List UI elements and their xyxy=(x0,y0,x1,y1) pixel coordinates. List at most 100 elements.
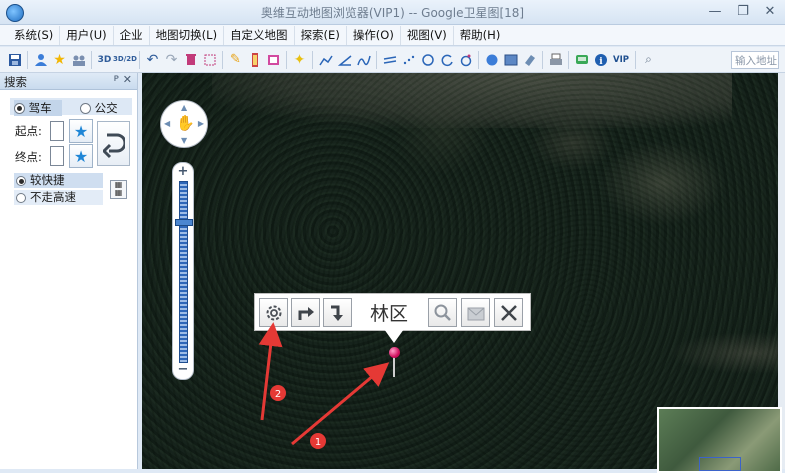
star-icon: ★ xyxy=(73,146,89,166)
pan-down-icon[interactable]: ▼ xyxy=(181,136,187,145)
zoom-slider[interactable]: + − xyxy=(172,162,194,380)
star-icon: ★ xyxy=(73,121,89,141)
print-icon[interactable] xyxy=(547,51,564,69)
arc-icon[interactable] xyxy=(438,51,455,69)
start-favorite-button[interactable]: ★ xyxy=(69,119,93,143)
end-point-input[interactable] xyxy=(50,146,64,166)
swap-points-button[interactable] xyxy=(97,121,130,166)
close-button[interactable]: ✕ xyxy=(757,2,783,22)
envelope-icon xyxy=(467,307,484,320)
ruler-icon[interactable] xyxy=(246,51,263,69)
marker-pin-stick xyxy=(393,357,395,377)
user-icon[interactable] xyxy=(32,51,49,69)
redo-icon[interactable]: ↷ xyxy=(163,51,180,69)
3d-2d-button[interactable]: 3D/2D xyxy=(113,51,137,69)
zoom-thumb[interactable] xyxy=(175,218,193,226)
mode-drive-option[interactable]: 驾车 xyxy=(14,100,62,116)
gear-icon xyxy=(266,305,281,320)
map-marker-pin-icon[interactable] xyxy=(389,347,400,358)
popup-title: 林区 xyxy=(370,303,409,325)
angle-icon[interactable] xyxy=(336,51,353,69)
title-bar: 奥维互动地图浏览器(VIP1) -- Google卫星图[18] — ❐ ✕ xyxy=(0,0,785,25)
vip-button[interactable]: VIP xyxy=(611,51,631,69)
search-panel-header: 搜索 ᴘ ✕ xyxy=(0,73,137,90)
restore-button[interactable]: ❐ xyxy=(730,2,756,22)
start-point-input[interactable] xyxy=(50,121,64,141)
menu-system[interactable]: 系统(S) xyxy=(8,26,59,45)
turn-down-arrow-icon xyxy=(330,305,343,321)
search-panel-title: 搜索 xyxy=(4,75,27,89)
menu-explore[interactable]: 探索(E) xyxy=(293,25,346,45)
marker-popup: 林区 xyxy=(254,293,531,331)
search-panel: 搜索 ᴘ ✕ 驾车 公交 起点: ★ 终点: ★ 较快捷 不走高速 ▦ ▦ xyxy=(0,73,138,469)
search-icon[interactable]: ⌕ xyxy=(640,51,657,69)
undo-icon[interactable]: ↶ xyxy=(144,51,161,69)
address-search-input[interactable]: 输入地址 xyxy=(731,50,779,69)
toolbar: ★ 3D 3D/2D ↶ ↷ ✎ ✦ i VIP ⌕ 输入地址 xyxy=(0,47,785,73)
pan-right-icon[interactable]: ▶ xyxy=(198,119,204,128)
popup-close-button[interactable] xyxy=(494,298,523,327)
overview-minimap[interactable] xyxy=(657,407,782,473)
end-favorite-button[interactable]: ★ xyxy=(69,144,93,168)
region-icon[interactable] xyxy=(483,51,500,69)
zoom-out-button[interactable]: − xyxy=(173,362,193,377)
minimize-button[interactable]: — xyxy=(702,2,728,22)
rect-region-icon[interactable] xyxy=(502,51,519,69)
route-to-button[interactable] xyxy=(291,298,320,327)
close-panel-icon[interactable]: ✕ xyxy=(123,73,132,86)
favorite-star-icon[interactable]: ★ xyxy=(51,51,68,69)
info-icon[interactable]: i xyxy=(592,51,609,69)
turn-right-arrow-icon xyxy=(298,306,314,320)
radio-selected-icon xyxy=(14,103,25,114)
menu-help[interactable]: 帮助(H) xyxy=(452,25,507,45)
swap-arrow-icon xyxy=(102,133,125,158)
popup-mail-button[interactable] xyxy=(461,298,490,327)
save-icon[interactable] xyxy=(6,51,23,69)
mode-bus-option[interactable]: 公交 xyxy=(80,100,118,116)
route-mode-selector: 驾车 公交 xyxy=(10,98,132,116)
radio-unselected-icon xyxy=(80,103,91,114)
zoom-in-button[interactable]: + xyxy=(173,164,193,179)
pan-left-icon[interactable]: ◀ xyxy=(164,119,170,128)
option-fastest[interactable]: 较快捷 xyxy=(14,173,103,188)
pan-up-icon[interactable]: ▲ xyxy=(181,103,187,112)
curve-icon[interactable] xyxy=(355,51,372,69)
select-rect-icon[interactable] xyxy=(201,51,218,69)
group-icon[interactable] xyxy=(70,51,87,69)
popup-search-button[interactable] xyxy=(428,298,457,327)
radio-selected-icon xyxy=(16,175,26,186)
zoom-track[interactable] xyxy=(179,181,188,363)
radio-unselected-icon xyxy=(16,192,26,203)
settings-button[interactable] xyxy=(259,298,288,327)
parallel-lines-icon[interactable] xyxy=(381,51,398,69)
menu-user[interactable]: 用户(U) xyxy=(59,25,112,45)
message-icon[interactable] xyxy=(573,51,590,69)
polyline-icon[interactable] xyxy=(317,51,334,69)
menu-bar: 系统(S) 用户(U) 企业 地图切换(L) 自定义地图 探索(E) 操作(O)… xyxy=(0,25,785,46)
frame-icon[interactable] xyxy=(265,51,282,69)
pin-panel-icon[interactable]: ᴘ xyxy=(114,73,119,84)
eraser-icon[interactable] xyxy=(521,51,538,69)
3d-button[interactable]: 3D xyxy=(96,51,113,69)
menu-operation[interactable]: 操作(O) xyxy=(345,25,400,45)
hand-pan-icon: ✋ xyxy=(176,114,195,132)
menu-view[interactable]: 视图(V) xyxy=(399,25,453,45)
circle-icon[interactable] xyxy=(419,51,436,69)
delete-icon[interactable] xyxy=(182,51,199,69)
pencil-icon[interactable]: ✎ xyxy=(227,51,244,69)
option-no-highway[interactable]: 不走高速 xyxy=(14,190,103,205)
menu-custom-map[interactable]: 自定义地图 xyxy=(223,25,294,45)
end-label: 终点: xyxy=(15,150,42,164)
dots-icon[interactable] xyxy=(400,51,417,69)
menu-enterprise[interactable]: 企业 xyxy=(112,25,149,45)
calculator-icon[interactable]: ▦ ▦ xyxy=(110,180,127,199)
menu-map-switch[interactable]: 地图切换(L) xyxy=(148,25,223,45)
start-label: 起点: xyxy=(15,124,42,138)
svg-text:i: i xyxy=(599,57,603,67)
map-pan-control[interactable]: ▲ ▼ ◀ ▶ ✋ xyxy=(160,100,208,148)
window-title: 奥维互动地图浏览器(VIP1) -- Google卫星图[18] xyxy=(260,6,525,20)
new-marker-icon[interactable]: ✦ xyxy=(291,51,308,69)
close-icon xyxy=(500,304,517,321)
ring-icon[interactable] xyxy=(457,51,474,69)
route-from-button[interactable] xyxy=(323,298,352,327)
